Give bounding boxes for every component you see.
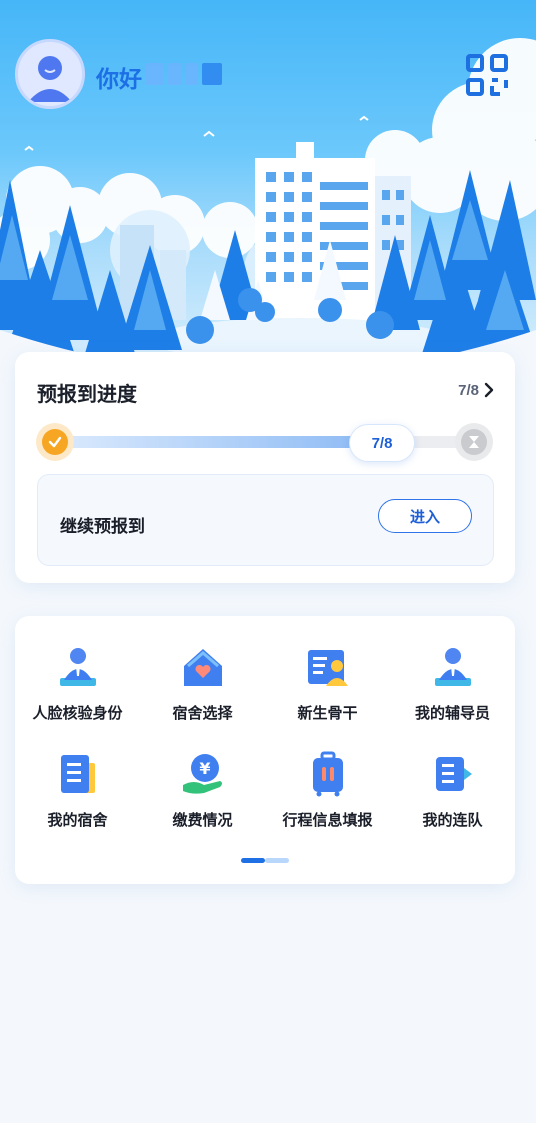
page-indicator (241, 858, 289, 863)
menu-item-label: 缴费情况 (172, 812, 233, 829)
menu-item-label: 人脸核验身份 (32, 705, 123, 722)
face-verify-icon (55, 644, 101, 690)
menu-item-counselor[interactable]: 我的辅导员 (390, 644, 515, 723)
dorm-document-icon (55, 751, 101, 797)
menu-item-backbone[interactable]: 新生骨干 (265, 644, 390, 723)
menu-item-trip-info[interactable]: 行程信息填报 (265, 751, 390, 830)
pre-registration-card: 预报到进度 7/8 7/8 继续预报到 进入 (15, 352, 515, 583)
progress-count-link[interactable]: 7/8 (458, 382, 479, 399)
menu-item-label: 我的宿舍 (47, 812, 108, 829)
services-card: 人脸核验身份 宿舍选择 新生骨干 我的辅导员 我的宿舍 ¥ 缴费情况 行程信息填… (15, 616, 515, 884)
menu-item-label: 我的连队 (422, 812, 483, 829)
user-name-masked (146, 60, 224, 88)
user-avatar-icon[interactable] (15, 39, 85, 109)
progress-title: 预报到进度 (37, 384, 137, 406)
page-dot[interactable] (265, 858, 289, 863)
continue-label: 继续预报到 (60, 517, 145, 536)
menu-item-label: 我的辅导员 (414, 705, 490, 722)
hourglass-icon (455, 423, 493, 461)
chevron-right-icon[interactable] (483, 381, 495, 399)
progress-badge: 7/8 (349, 424, 415, 462)
svg-text:¥: ¥ (199, 759, 210, 778)
menu-item-face-verify[interactable]: 人脸核验身份 (15, 644, 140, 723)
menu-item-my-company[interactable]: 我的连队 (390, 751, 515, 830)
continue-panel: 继续预报到 进入 (37, 474, 494, 566)
services-grid: 人脸核验身份 宿舍选择 新生骨干 我的辅导员 我的宿舍 ¥ 缴费情况 行程信息填… (15, 644, 515, 830)
page-dot-active[interactable] (241, 858, 265, 863)
enter-button[interactable]: 进入 (378, 499, 472, 533)
qr-scan-icon[interactable] (464, 52, 510, 98)
id-card-icon (305, 644, 351, 690)
progress-track (63, 436, 485, 448)
payment-yuan-icon: ¥ (180, 751, 226, 797)
menu-item-label: 新生骨干 (297, 705, 358, 722)
greeting-text: 你好 (96, 66, 142, 92)
progress-fill (63, 436, 377, 448)
menu-item-label: 行程信息填报 (282, 812, 373, 829)
luggage-icon (305, 751, 351, 797)
menu-item-my-dorm[interactable]: 我的宿舍 (15, 751, 140, 830)
menu-item-dorm-select[interactable]: 宿舍选择 (140, 644, 265, 723)
company-document-icon (430, 751, 476, 797)
menu-item-label: 宿舍选择 (172, 705, 233, 722)
menu-item-payment[interactable]: ¥ 缴费情况 (140, 751, 265, 830)
house-heart-icon (180, 644, 226, 690)
progress-start-check-icon (36, 423, 74, 461)
counselor-icon (430, 644, 476, 690)
